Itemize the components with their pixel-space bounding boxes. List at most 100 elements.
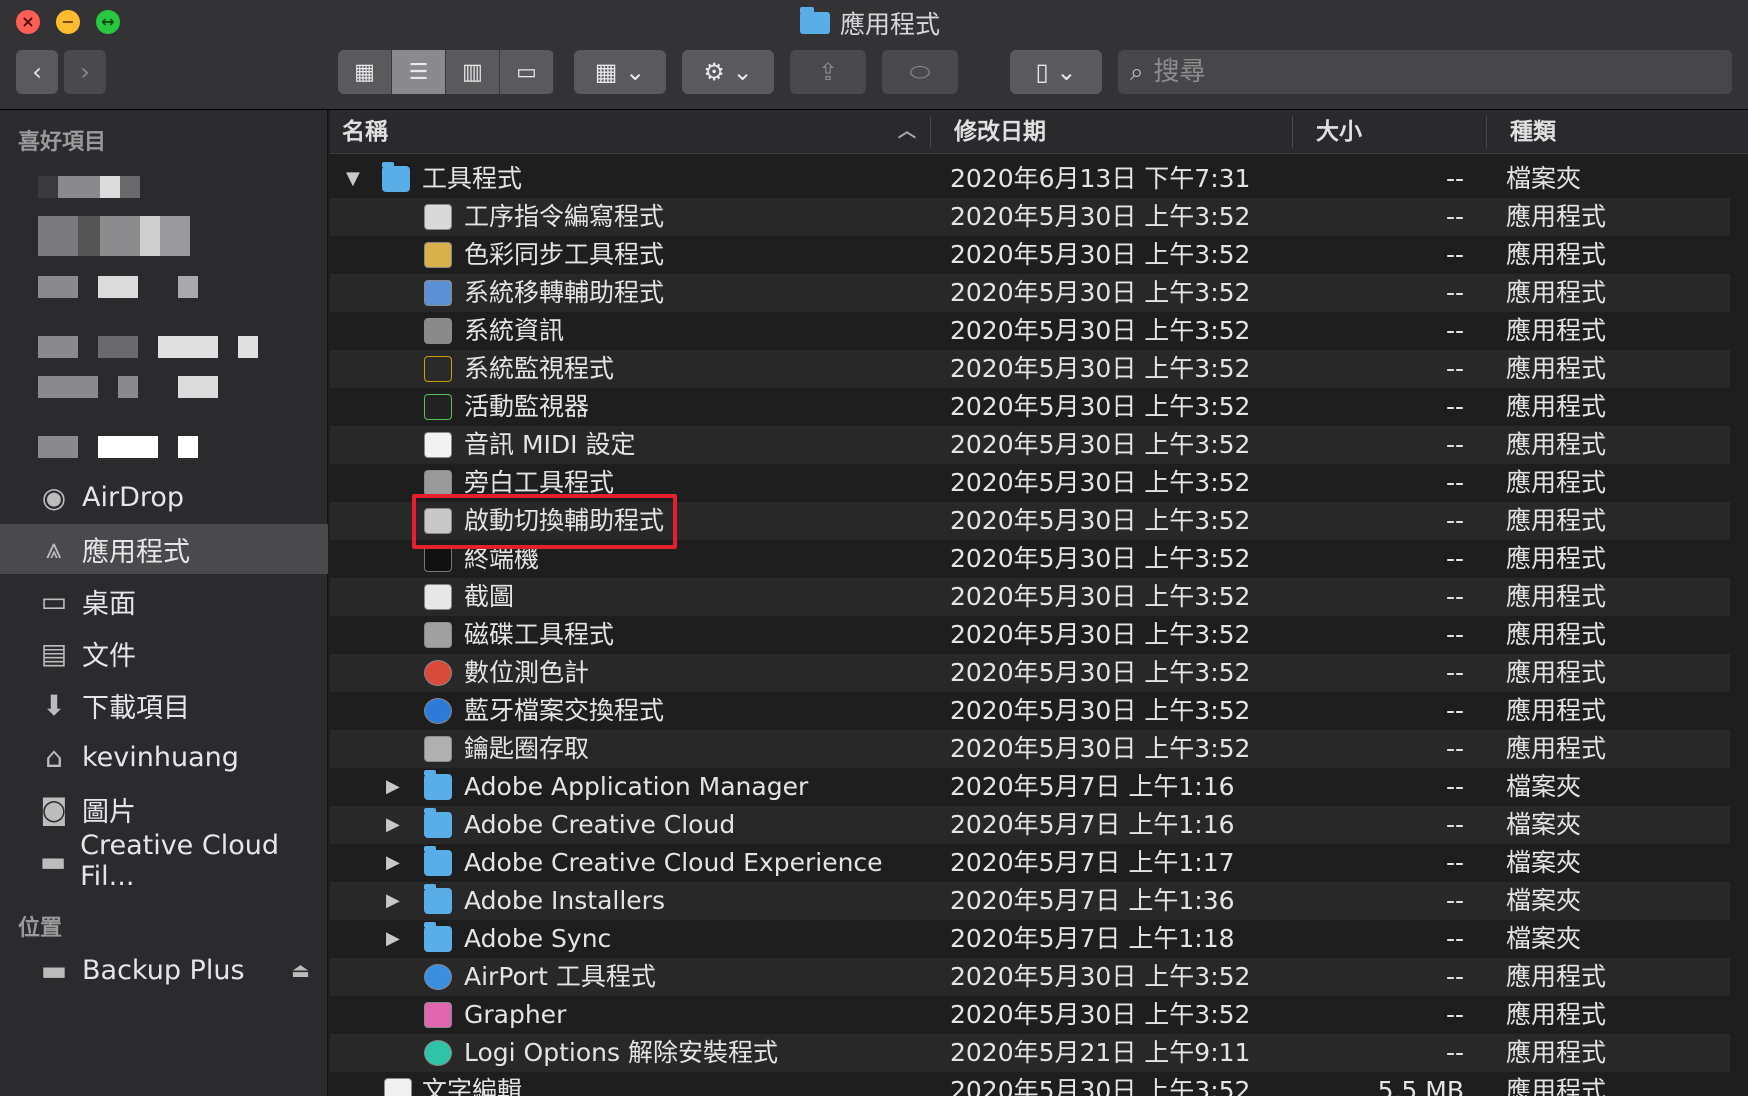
column-divider[interactable] [1292,116,1293,148]
forward-button[interactable]: › [64,50,106,94]
grid-icon: ▦ [354,59,375,85]
table-row[interactable]: 文字編輯 2020年5月30日 上午3:52 5.5 MB 應用程式 [330,1072,1730,1096]
table-row[interactable]: 系統監視程式 2020年5月30日 上午3:52 -- 應用程式 [330,350,1730,388]
icon-view-button[interactable]: ▦ [338,50,392,94]
table-row[interactable]: ▶ Adobe Creative Cloud 2020年5月7日 上午1:16 … [330,806,1730,844]
close-button[interactable]: × [16,10,40,34]
folder-icon [424,846,452,876]
table-row[interactable]: 活動監視器 2020年5月30日 上午3:52 -- 應用程式 [330,388,1730,426]
table-row[interactable]: ▶ Adobe Application Manager 2020年5月7日 上午… [330,768,1730,806]
toolbar: × − ↔ 應用程式 ‹ › ▦ ☰ ▥ ▭ ▦ ⌄ ⚙ ⌄ ⇪ ⬭ ▯ ⌄ ⌕ [0,0,1748,110]
sidebar-item-airdrop[interactable]: ◉ AirDrop [0,472,328,522]
share-button[interactable]: ⇪ [790,50,866,94]
disclosure-triangle-collapsed-icon[interactable]: ▶ [386,768,400,806]
digital-color-meter-icon [424,660,452,686]
table-row[interactable]: ▶ Adobe Installers 2020年5月7日 上午1:36 -- 檔… [330,882,1730,920]
search-input[interactable] [1153,57,1694,87]
table-row[interactable]: 啟動切換輔助程式 2020年5月30日 上午3:52 -- 應用程式 [330,502,1730,540]
table-row[interactable]: ▶ Adobe Creative Cloud Experience 2020年5… [330,844,1730,882]
row-name: 磁碟工具程式 [464,620,615,649]
keychain-icon [424,736,452,762]
disclosure-triangle-expanded-icon[interactable]: ▼ [346,160,360,198]
system-information-icon [424,318,452,344]
sidebar-item-backup-plus[interactable]: ▬ Backup Plus ⏏ [0,945,328,995]
row-date: 2020年5月7日 上午1:17 [950,848,1235,877]
chevron-right-icon: › [80,58,90,86]
row-name: 啟動切換輔助程式 [464,506,665,535]
columns-icon: ▥ [462,59,483,85]
disclosure-triangle-collapsed-icon[interactable]: ▶ [386,806,400,844]
sort-ascending-icon: ︿ [898,121,916,142]
row-kind: 應用程式 [1506,1000,1607,1029]
logi-options-icon [424,1040,452,1066]
table-row[interactable]: ▼ 工具程式 2020年6月13日 下午7:31 -- 檔案夾 [330,160,1730,198]
row-date: 2020年5月30日 上午3:52 [950,544,1251,573]
table-row[interactable]: Logi Options 解除安裝程式 2020年5月21日 上午9:11 --… [330,1034,1730,1072]
row-size: -- [1445,696,1464,725]
row-size: -- [1445,658,1464,687]
table-row[interactable]: 藍牙檔案交換程式 2020年5月30日 上午3:52 -- 應用程式 [330,692,1730,730]
sidebar-item-applications[interactable]: ⩓ 應用程式 [0,524,328,574]
table-row[interactable]: 磁碟工具程式 2020年5月30日 上午3:52 -- 應用程式 [330,616,1730,654]
disclosure-triangle-collapsed-icon[interactable]: ▶ [386,920,400,958]
voiceover-utility-icon [424,470,452,496]
redacted-item [38,336,258,358]
eject-icon[interactable]: ⏏ [291,958,310,982]
table-row[interactable]: 工序指令編寫程式 2020年5月30日 上午3:52 -- 應用程式 [330,198,1730,236]
table-row[interactable]: Grapher 2020年5月30日 上午3:52 -- 應用程式 [330,996,1730,1034]
trash-quick-icon: ▯ ⌄ [1035,58,1077,86]
table-row[interactable]: ▶ Adobe Sync 2020年5月7日 上午1:18 -- 檔案夾 [330,920,1730,958]
tags-button[interactable]: ⬭ [882,50,958,94]
disclosure-triangle-collapsed-icon[interactable]: ▶ [386,844,400,882]
row-kind: 檔案夾 [1506,848,1582,877]
row-size: -- [1445,886,1464,915]
table-row[interactable]: 系統資訊 2020年5月30日 上午3:52 -- 應用程式 [330,312,1730,350]
column-view-button[interactable]: ▥ [446,50,500,94]
table-row[interactable]: 系統移轉輔助程式 2020年5月30日 上午3:52 -- 應用程式 [330,274,1730,312]
sidebar-item-desktop[interactable]: ▭ 桌面 [0,576,328,626]
row-size: -- [1445,202,1464,231]
back-button[interactable]: ‹ [16,50,58,94]
table-row[interactable]: 音訊 MIDI 設定 2020年5月30日 上午3:52 -- 應用程式 [330,426,1730,464]
column-header-name[interactable]: 名稱 [342,110,388,154]
sidebar-item-documents[interactable]: ▤ 文件 [0,628,328,678]
disclosure-triangle-collapsed-icon[interactable]: ▶ [386,882,400,920]
table-row[interactable]: 色彩同步工具程式 2020年5月30日 上午3:52 -- 應用程式 [330,236,1730,274]
redacted-item [38,436,198,458]
column-header-date[interactable]: 修改日期 [954,110,1046,154]
action-button[interactable]: ⚙ ⌄ [682,50,774,94]
sidebar-item-creative-cloud-files[interactable]: ▬ Creative Cloud Fil... [0,830,328,892]
row-date: 2020年5月30日 上午3:52 [950,1000,1251,1029]
column-divider[interactable] [1486,116,1487,148]
grapher-icon [424,1002,452,1028]
row-kind: 應用程式 [1506,468,1607,497]
sidebar-item-downloads[interactable]: ⬇ 下載項目 [0,680,328,730]
airdrop-icon: ◉ [41,480,67,514]
column-header-size[interactable]: 大小 [1316,110,1362,154]
activity-monitor-icon [424,394,452,420]
redacted-item [38,376,218,398]
gallery-view-button[interactable]: ▭ [500,50,554,94]
sidebar-item-label: Backup Plus [82,954,245,986]
table-row[interactable]: 數位測色計 2020年5月30日 上午3:52 -- 應用程式 [330,654,1730,692]
sidebar-item-pictures[interactable]: ◙ 圖片 [0,784,328,834]
group-button[interactable]: ▦ ⌄ [574,50,666,94]
table-row[interactable]: 終端機 2020年5月30日 上午3:52 -- 應用程式 [330,540,1730,578]
quick-action-button[interactable]: ▯ ⌄ [1010,50,1102,94]
column-divider[interactable] [930,116,931,148]
sidebar-item-label: AirDrop [82,481,185,513]
table-row[interactable]: 鑰匙圈存取 2020年5月30日 上午3:52 -- 應用程式 [330,730,1730,768]
search-field[interactable]: ⌕ [1118,50,1732,94]
table-row[interactable]: 截圖 2020年5月30日 上午3:52 -- 應用程式 [330,578,1730,616]
list-view-button[interactable]: ☰ [392,50,446,94]
table-row[interactable]: 旁白工具程式 2020年5月30日 上午3:52 -- 應用程式 [330,464,1730,502]
window-title: 應用程式 [800,6,940,40]
piano-keys-icon [424,432,452,458]
column-header-kind[interactable]: 種類 [1510,110,1556,154]
minimize-button[interactable]: − [56,10,80,34]
table-row[interactable]: AirPort 工具程式 2020年5月30日 上午3:52 -- 應用程式 [330,958,1730,996]
zoom-button[interactable]: ↔ [96,10,120,34]
airport-wifi-icon [424,964,452,990]
sidebar-item-home[interactable]: ⌂ kevinhuang [0,732,328,782]
row-name: AirPort 工具程式 [464,962,656,991]
